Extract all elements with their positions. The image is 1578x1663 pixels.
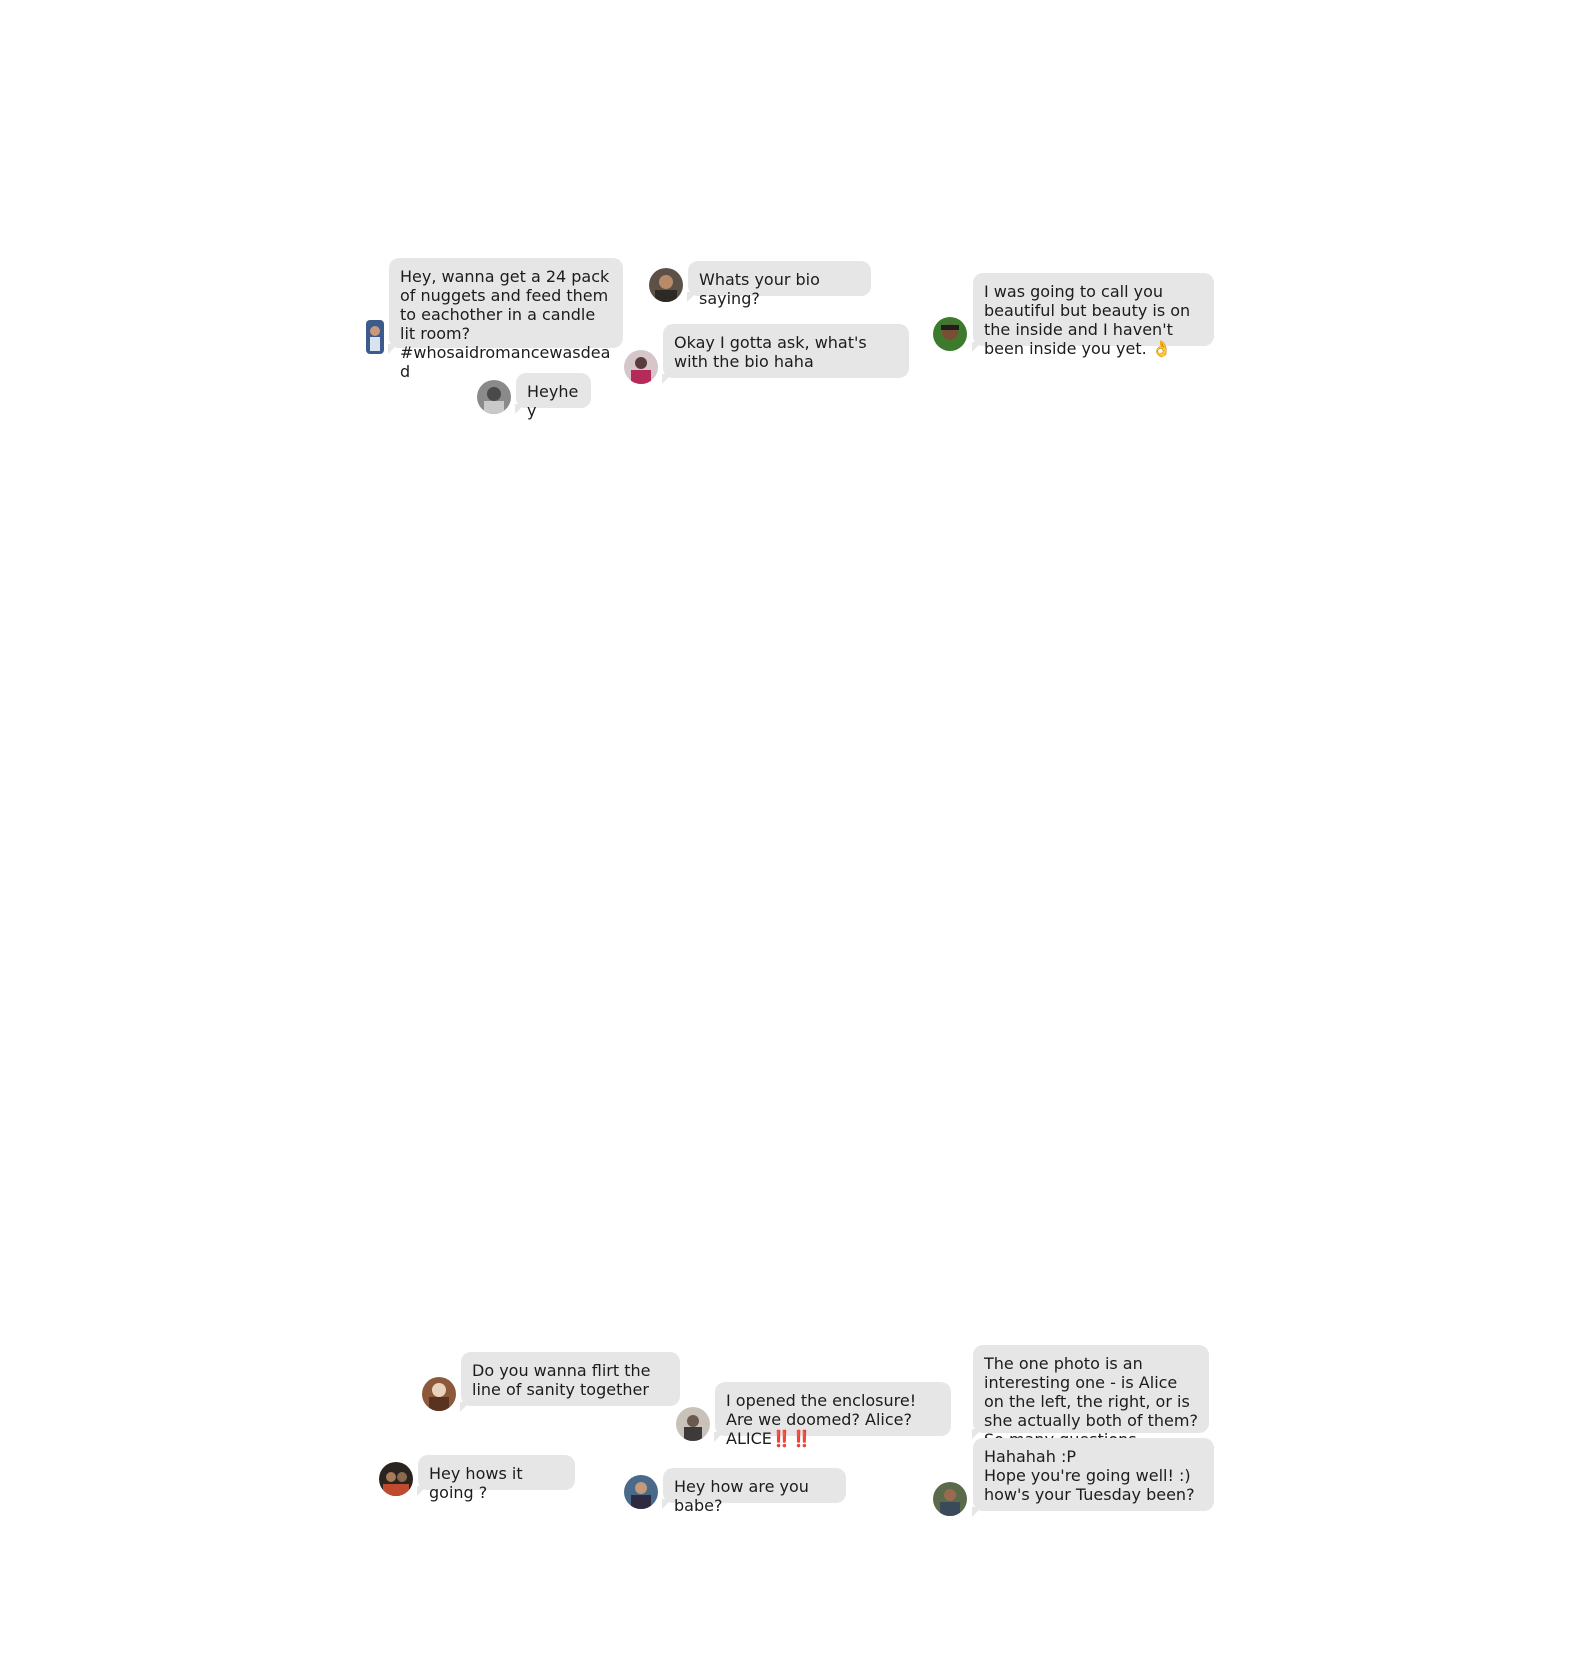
message-bubble[interactable]: Hahahah :P Hope you're going well! :) ho… <box>973 1438 1214 1511</box>
message-bubble[interactable]: I opened the enclosure! Are we doomed? A… <box>715 1382 951 1448</box>
message-bubble[interactable]: Hey hows it going ? <box>418 1455 575 1502</box>
avatar <box>477 380 511 414</box>
double-exclamation-icon: ‼️‼️ <box>771 1429 812 1448</box>
avatar <box>366 320 384 354</box>
avatar <box>624 1475 658 1509</box>
message-text: I opened the enclosure! Are we doomed? A… <box>726 1391 922 1448</box>
avatar <box>933 1482 967 1516</box>
message-bubble[interactable]: Do you wanna flirt the line of sanity to… <box>461 1352 680 1406</box>
message-bubble[interactable]: The one photo is an interesting one - is… <box>973 1345 1209 1449</box>
avatar <box>624 350 658 384</box>
message-bubble[interactable]: Hey, wanna get a 24 pack of nuggets and … <box>389 258 623 381</box>
message-collage: Hey, wanna get a 24 pack of nuggets and … <box>0 0 1578 1663</box>
avatar <box>676 1407 710 1441</box>
message-bubble[interactable]: Hey how are you babe? <box>663 1468 846 1515</box>
message-bubble[interactable]: Whats your bio saying? <box>688 261 871 308</box>
message-bubble[interactable]: Heyhey <box>516 373 591 420</box>
message-bubble[interactable]: I was going to call you beautiful but be… <box>973 273 1214 358</box>
avatar <box>649 268 683 302</box>
avatar <box>933 317 967 351</box>
message-bubble[interactable]: Okay I gotta ask, what's with the bio ha… <box>663 324 909 378</box>
avatar <box>422 1377 456 1411</box>
avatar <box>379 1462 413 1496</box>
